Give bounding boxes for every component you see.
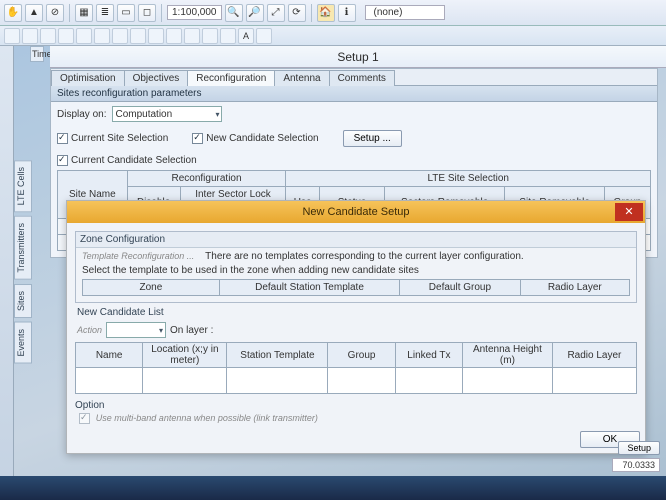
- arrow-icon[interactable]: ▲: [25, 4, 43, 22]
- col-cand-group: Group: [328, 343, 395, 368]
- current-site-checkbox[interactable]: [57, 133, 68, 144]
- zoom-extent-icon[interactable]: ⤢: [267, 4, 285, 22]
- text-a-icon[interactable]: A: [238, 28, 254, 44]
- action-select[interactable]: [106, 322, 166, 338]
- rb-icon[interactable]: [40, 28, 56, 44]
- layer-select[interactable]: (none): [365, 5, 445, 20]
- ribbon-toolbar: A: [0, 26, 666, 46]
- table-row: [76, 368, 637, 394]
- no-template-msg: There are no templates corresponding to …: [205, 251, 524, 262]
- setup-float-button[interactable]: Setup: [618, 441, 660, 455]
- current-candidate-label: Current Candidate Selection: [71, 155, 197, 166]
- candidate-list-title: New Candidate List: [77, 307, 635, 318]
- zone-config-group: Zone Configuration Template Reconfigurat…: [75, 231, 637, 303]
- select-template-msg: Select the template to be used in the zo…: [76, 265, 636, 279]
- col-group-lte: LTE Site Selection: [286, 171, 651, 187]
- on-layer-label: On layer :: [170, 325, 213, 336]
- dialog-title-bar: New Candidate Setup ✕: [67, 201, 645, 223]
- time-tab[interactable]: Time: [30, 46, 44, 62]
- setup-button[interactable]: Setup ...: [343, 130, 402, 147]
- zoom-in-icon[interactable]: 🔍: [225, 4, 243, 22]
- col-location: Location (x;y in meter): [143, 343, 227, 368]
- new-candidate-label: New Candidate Selection: [206, 133, 318, 144]
- col-group-reconf: Reconfiguration: [127, 171, 286, 187]
- col-default-station: Default Station Template: [219, 280, 400, 296]
- page-title: Setup 1: [50, 46, 666, 68]
- left-dock: LTE Cells Transmitters Sites Events: [14, 160, 32, 364]
- rb-icon[interactable]: [58, 28, 74, 44]
- rb-icon[interactable]: [94, 28, 110, 44]
- rect-icon[interactable]: ▭: [117, 4, 135, 22]
- rb-icon[interactable]: [148, 28, 164, 44]
- rb-icon[interactable]: [256, 28, 272, 44]
- grid-icon[interactable]: ▦: [75, 4, 93, 22]
- square-icon[interactable]: ◻: [138, 4, 156, 22]
- coord-value: 70.0333: [612, 458, 660, 472]
- zone-grid: Zone Default Station Template Default Gr…: [82, 279, 630, 296]
- tab-optimisation[interactable]: Optimisation: [51, 70, 125, 86]
- dock-tab-lte[interactable]: LTE Cells: [14, 160, 32, 212]
- current-site-label: Current Site Selection: [71, 133, 168, 144]
- col-station-template: Station Template: [227, 343, 328, 368]
- taskbar: [0, 476, 666, 500]
- option-label: Option: [75, 400, 637, 411]
- col-default-group: Default Group: [400, 280, 520, 296]
- new-candidate-dialog: New Candidate Setup ✕ Zone Configuration…: [66, 200, 646, 454]
- home-icon[interactable]: 🏠: [317, 4, 335, 22]
- tab-comments[interactable]: Comments: [329, 70, 395, 86]
- template-reconf-link: Template Reconfiguration ...: [82, 251, 194, 261]
- display-on-label: Display on:: [57, 109, 106, 120]
- rb-icon[interactable]: [112, 28, 128, 44]
- cancel-icon[interactable]: ⊘: [46, 4, 64, 22]
- dock-tab-events[interactable]: Events: [14, 322, 32, 364]
- layers-icon[interactable]: ≣: [96, 4, 114, 22]
- col-linked-tx: Linked Tx: [395, 343, 462, 368]
- scale-box[interactable]: 1:100,000: [167, 5, 222, 20]
- close-icon[interactable]: ✕: [615, 203, 643, 221]
- col-antenna-height: Antenna Height (m): [463, 343, 553, 368]
- hand-icon[interactable]: ✋: [4, 4, 22, 22]
- top-toolbar: ✋ ▲ ⊘ ▦ ≣ ▭ ◻ 1:100,000 🔍 🔎 ⤢ ⟳ 🏠 ℹ (non…: [0, 0, 666, 26]
- rb-icon[interactable]: [184, 28, 200, 44]
- rb-icon[interactable]: [166, 28, 182, 44]
- candidate-grid: Name Location (x;y in meter) Station Tem…: [75, 342, 637, 394]
- tab-objectives[interactable]: Objectives: [124, 70, 189, 86]
- rb-icon[interactable]: [22, 28, 38, 44]
- zone-config-title: Zone Configuration: [76, 232, 636, 248]
- col-name: Name: [76, 343, 143, 368]
- rb-icon[interactable]: [76, 28, 92, 44]
- zoom-out-icon[interactable]: 🔎: [246, 4, 264, 22]
- multiband-label: Use multi-band antenna when possible (li…: [96, 413, 318, 423]
- current-candidate-checkbox[interactable]: [57, 155, 68, 166]
- rb-icon[interactable]: [202, 28, 218, 44]
- info-icon[interactable]: ℹ: [338, 4, 356, 22]
- multiband-checkbox[interactable]: [79, 413, 90, 424]
- left-strip: [0, 46, 14, 500]
- rb-icon[interactable]: [130, 28, 146, 44]
- new-candidate-checkbox[interactable]: [192, 133, 203, 144]
- dock-tab-transmitters[interactable]: Transmitters: [14, 216, 32, 280]
- display-on-select[interactable]: Computation: [112, 106, 222, 122]
- bottom-right-panel: Setup 70.0333: [612, 441, 660, 472]
- section-header: Sites reconfiguration parameters: [51, 86, 657, 102]
- tab-antenna[interactable]: Antenna: [274, 70, 329, 86]
- col-zone: Zone: [83, 280, 220, 296]
- rb-icon[interactable]: [4, 28, 20, 44]
- refresh-icon[interactable]: ⟳: [288, 4, 306, 22]
- tab-reconfiguration[interactable]: Reconfiguration: [187, 70, 275, 86]
- panel-tabs: Optimisation Objectives Reconfiguration …: [51, 69, 657, 86]
- col-cand-radio-layer: Radio Layer: [552, 343, 636, 368]
- dock-tab-sites[interactable]: Sites: [14, 284, 32, 318]
- rb-icon[interactable]: [220, 28, 236, 44]
- dialog-title: New Candidate Setup: [302, 206, 409, 218]
- action-label: Action: [77, 325, 102, 335]
- col-radio-layer: Radio Layer: [520, 280, 629, 296]
